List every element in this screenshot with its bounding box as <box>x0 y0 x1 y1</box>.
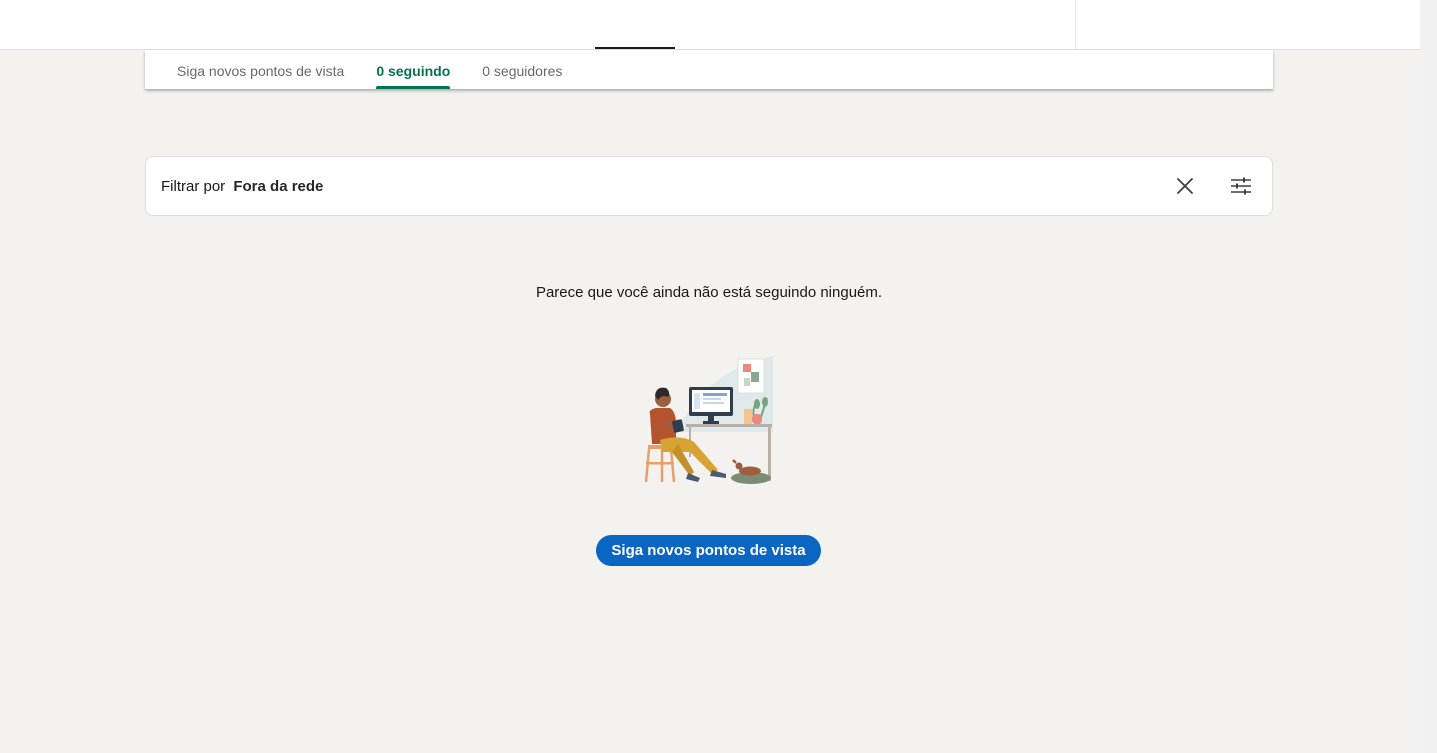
filter-label: Filtrar por Fora da rede <box>161 178 1169 195</box>
tab-followers[interactable]: 0 seguidores <box>482 50 562 89</box>
global-nav <box>0 0 1420 50</box>
follow-tabs: Siga novos pontos de vista 0 seguindo 0 … <box>145 50 1273 89</box>
filter-bar: Filtrar por Fora da rede <box>145 156 1273 216</box>
person-at-desk-illustration <box>644 356 773 484</box>
page: Siga novos pontos de vista 0 seguindo 0 … <box>0 0 1437 753</box>
close-icon <box>1177 178 1193 194</box>
filter-settings-button[interactable] <box>1225 170 1257 202</box>
clear-filter-button[interactable] <box>1169 170 1201 202</box>
tab-discover[interactable]: Siga novos pontos de vista <box>177 50 344 89</box>
nav-divider <box>1075 0 1076 50</box>
scrollbar[interactable] <box>1420 0 1437 753</box>
sliders-icon <box>1231 177 1251 195</box>
follow-new-perspectives-button[interactable]: Siga novos pontos de vista <box>596 535 821 566</box>
empty-state-message: Parece que você ainda não está seguindo … <box>535 284 883 301</box>
tab-following[interactable]: 0 seguindo <box>376 50 450 89</box>
filter-prefix: Filtrar por <box>161 177 226 195</box>
filter-value: Fora da rede <box>233 177 324 195</box>
nav-active-indicator <box>595 47 675 49</box>
